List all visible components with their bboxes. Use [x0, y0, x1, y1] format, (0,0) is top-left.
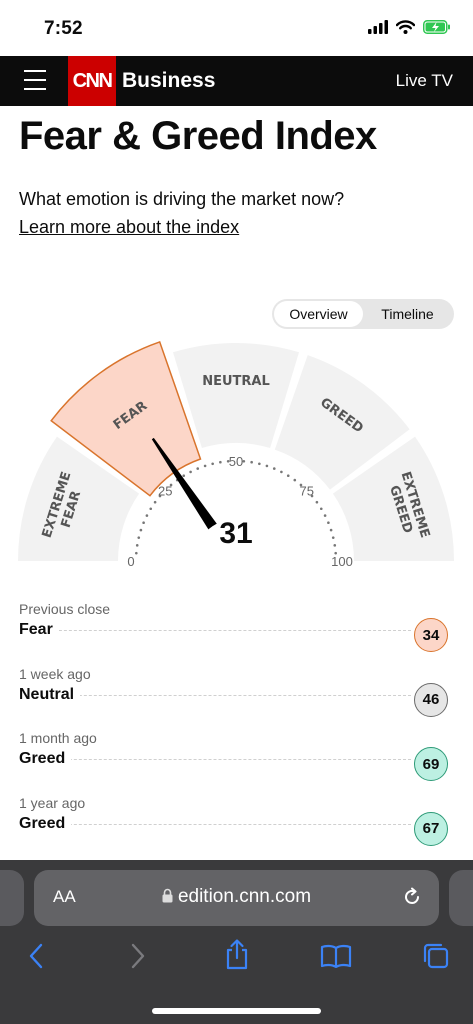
list-item: 1 year ago Greed 67 — [19, 794, 451, 859]
menu-icon[interactable] — [24, 70, 46, 90]
gauge-dot — [211, 462, 214, 466]
gauge-dot — [137, 536, 141, 539]
history-badge: 69 — [414, 747, 448, 781]
signal-icon — [368, 20, 388, 34]
status-icons — [368, 20, 451, 34]
history-label: Fear — [19, 621, 59, 639]
home-indicator — [152, 1008, 321, 1014]
gauge-dot — [286, 474, 290, 478]
battery-charging-icon — [423, 20, 450, 34]
gauge-dot — [135, 551, 138, 555]
gauge-tick-label: 50 — [229, 454, 243, 469]
gauge-dot — [145, 514, 149, 517]
bookmarks-icon[interactable] — [320, 944, 352, 968]
gauge-value: 31 — [219, 517, 252, 550]
gauge-dot — [153, 500, 157, 504]
gauge-dot — [323, 514, 327, 517]
list-item: 1 month ago Greed 69 — [19, 729, 451, 794]
gauge-dot — [333, 544, 337, 547]
gauge-dot — [315, 500, 319, 504]
safari-toolbar: AA edition.cnn.com — [0, 860, 473, 1024]
history-label: Neutral — [19, 685, 81, 704]
view-toggle: Overview Timeline — [272, 299, 454, 329]
history-when: 1 year ago — [19, 794, 86, 811]
page-title: Fear & Greed Index — [19, 114, 377, 158]
status-bar: 7:52 — [0, 0, 473, 56]
section-title[interactable]: Business — [122, 69, 215, 93]
gauge-tick-label: 75 — [299, 483, 313, 498]
gauge-dot — [329, 528, 333, 532]
next-tab-preview[interactable] — [449, 870, 473, 926]
gauge-dot — [135, 544, 139, 547]
gauge-tick-label: 100 — [331, 554, 353, 569]
gauge-tick-label: 0 — [127, 554, 134, 569]
list-item: 1 week ago Neutral 46 — [19, 665, 451, 730]
gauge-tick-label: 25 — [158, 483, 172, 498]
history-when: Previous close — [19, 601, 111, 617]
history-label: Greed — [19, 750, 72, 768]
history-label: Greed — [19, 814, 72, 833]
url-text: edition.cnn.com — [34, 886, 439, 908]
gauge-dot — [258, 462, 261, 466]
status-time: 7:52 — [44, 18, 83, 39]
history-badge: 67 — [414, 811, 448, 846]
gauge-zone-label: NEUTRAL — [202, 374, 270, 389]
gauge-dot — [280, 470, 283, 474]
list-item: Previous close Fear 34 — [19, 600, 451, 665]
history-when: 1 month ago — [19, 730, 97, 746]
gauge-dot — [182, 474, 186, 478]
lock-icon — [162, 888, 173, 903]
gauge-dot — [319, 507, 323, 511]
forward-icon[interactable] — [128, 942, 148, 970]
gauge-dot — [327, 521, 330, 525]
tab-timeline[interactable]: Timeline — [363, 301, 452, 327]
gauge-dot — [250, 460, 253, 464]
gauge-dot — [265, 464, 269, 468]
previous-tab-preview[interactable] — [0, 870, 24, 926]
tab-overview[interactable]: Overview — [274, 301, 363, 327]
gauge-dot — [196, 467, 200, 470]
wifi-icon — [396, 20, 415, 34]
gauge-dot — [139, 528, 143, 532]
cnn-logo[interactable]: CNN — [68, 56, 116, 106]
gauge-dot — [293, 478, 297, 482]
live-tv-link[interactable]: Live TV — [396, 71, 453, 91]
gauge-dot — [189, 470, 192, 474]
page-subtitle: What emotion is driving the market now? — [19, 189, 345, 209]
address-bar[interactable]: AA edition.cnn.com — [34, 870, 439, 926]
gauge-dot — [142, 521, 145, 525]
gauge-dot — [203, 464, 207, 468]
history-badge: 34 — [414, 618, 448, 652]
gauge-dot — [272, 467, 276, 470]
reload-icon[interactable] — [401, 886, 423, 908]
cnn-header: CNN Business Live TV — [0, 56, 473, 106]
tabs-icon[interactable] — [422, 942, 450, 970]
back-icon[interactable] — [26, 942, 46, 970]
gauge-dot — [219, 460, 222, 464]
share-icon[interactable] — [224, 938, 250, 970]
fear-greed-gauge: EXTREMEFEARFEARNEUTRALGREEDEXTREMEGREED … — [18, 340, 454, 578]
gauge-dot — [331, 536, 335, 539]
gauge-dot — [149, 507, 153, 511]
learn-more-link[interactable]: Learn more about the index — [19, 217, 239, 238]
url-domain: edition.cnn.com — [177, 886, 312, 907]
history-when: 1 week ago — [19, 665, 91, 682]
history-list: Previous close Fear 34 1 week ago Neutra… — [19, 600, 451, 858]
history-badge: 46 — [414, 682, 448, 717]
